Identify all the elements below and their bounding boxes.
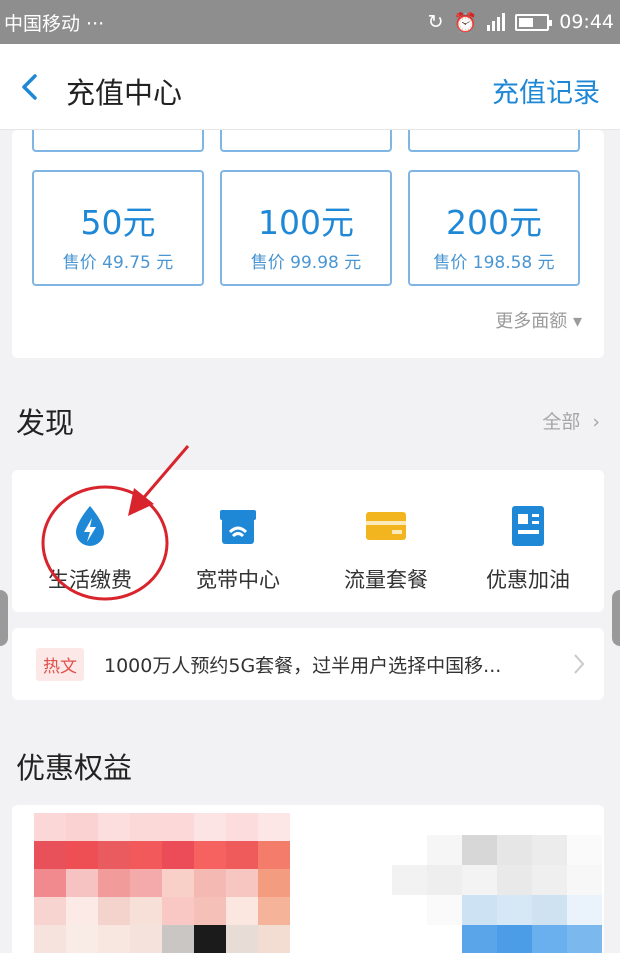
benefits-card xyxy=(12,805,604,953)
hot-article-bar[interactable]: 热文 1000万人预约5G套餐，过半用户选择中国移... xyxy=(12,628,604,700)
service-data-plan[interactable]: 流量套餐 xyxy=(312,502,460,594)
benefit-banner-image[interactable] xyxy=(392,835,602,953)
tile-row-top-partial[interactable] xyxy=(32,130,204,152)
recharge-history-link[interactable]: 充值记录 xyxy=(492,71,600,110)
chevron-right-icon: › xyxy=(592,411,600,433)
battery-icon xyxy=(515,13,553,31)
sync-icon: ↻ xyxy=(427,11,444,33)
app-header: 充值中心 充值记录 xyxy=(0,44,620,130)
status-bar: 中国移动 ··· ↻ ⏰ 09:44 xyxy=(0,0,620,44)
service-utility-payment[interactable]: 生活缴费 xyxy=(16,502,164,594)
alarm-icon: ⏰ xyxy=(453,11,478,34)
service-label: 优惠加油 xyxy=(486,568,570,592)
benefits-title: 优惠权益 xyxy=(16,751,133,785)
water-drop-bolt-icon xyxy=(76,506,104,546)
service-label: 生活缴费 xyxy=(48,568,132,592)
status-icons: ↻ ⏰ 09:44 xyxy=(428,11,614,34)
tile-price: 售价 198.58 元 xyxy=(433,253,555,273)
service-fuel-discount[interactable]: 优惠加油 xyxy=(454,502,602,594)
hot-tag: 热文 xyxy=(36,647,84,681)
service-label: 流量套餐 xyxy=(344,568,428,592)
service-broadband[interactable]: 宽带中心 xyxy=(164,502,312,594)
edge-handle-right xyxy=(612,590,620,646)
service-label: 宽带中心 xyxy=(196,568,280,592)
recharge-tile-50[interactable]: 50元 售价 49.75 元 xyxy=(32,170,204,286)
recharge-tile-100[interactable]: 100元 售价 99.98 元 xyxy=(220,170,392,286)
broadband-router-icon xyxy=(220,510,256,544)
clock: 09:44 xyxy=(559,11,614,33)
chevron-right-icon xyxy=(574,654,585,674)
carrier-label: 中国移动 ··· xyxy=(4,12,105,35)
discover-all-link[interactable]: 全部 › xyxy=(542,407,600,434)
signal-icon xyxy=(487,13,506,31)
fuel-card-icon xyxy=(512,506,544,546)
recharge-card: 50元 售价 49.75 元 100元 售价 99.98 元 200元 售价 1… xyxy=(12,130,604,358)
tile-row-top-partial[interactable] xyxy=(408,130,580,152)
discover-title: 发现 xyxy=(16,406,75,440)
page-title: 充值中心 xyxy=(66,76,183,110)
tile-row-top-partial[interactable] xyxy=(220,130,392,152)
tile-price: 售价 99.98 元 xyxy=(250,253,362,273)
tile-amount: 50元 xyxy=(80,203,156,242)
recharge-tile-200[interactable]: 200元 售价 198.58 元 xyxy=(408,170,580,286)
more-amounts-button[interactable]: 更多面额 ▾ xyxy=(495,307,582,333)
tile-amount: 100元 xyxy=(258,203,354,242)
benefit-banner-image[interactable] xyxy=(34,813,290,953)
discover-card: 生活缴费 宽带中心 流量套餐 优惠加油 xyxy=(12,470,604,612)
all-label: 全部 xyxy=(542,411,581,433)
data-card-icon xyxy=(366,512,406,540)
edge-handle-left xyxy=(0,590,8,646)
tile-price: 售价 49.75 元 xyxy=(62,253,174,273)
hot-article-text: 1000万人预约5G套餐，过半用户选择中国移... xyxy=(104,654,502,677)
back-arrow-icon[interactable] xyxy=(16,72,46,102)
tile-amount: 200元 xyxy=(446,203,542,242)
